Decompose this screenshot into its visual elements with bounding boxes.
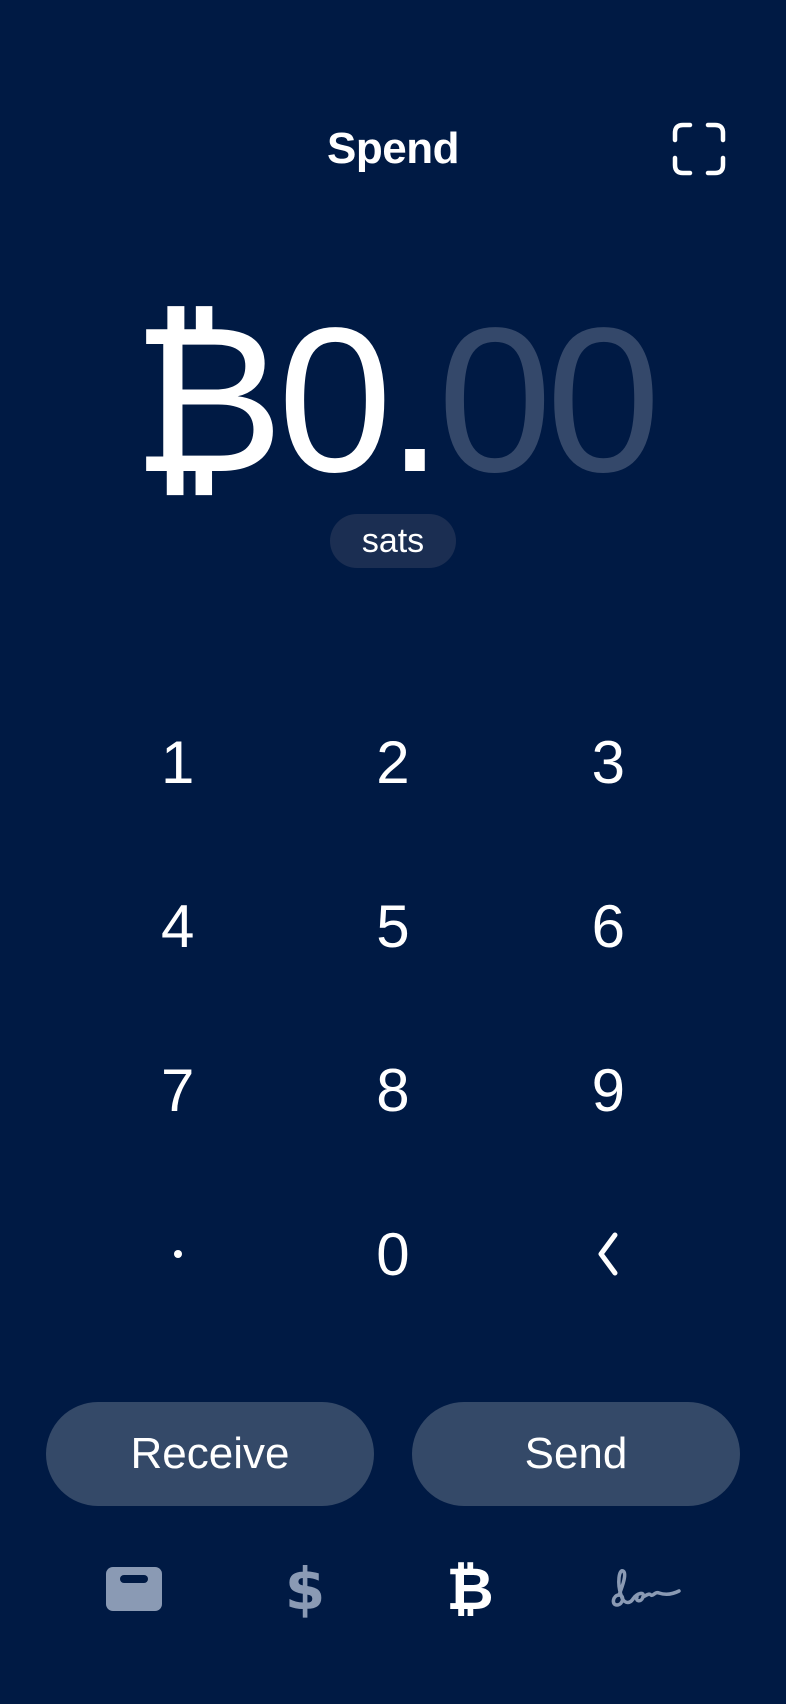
key-6[interactable]: 6 — [501, 844, 716, 1008]
key-1[interactable]: 1 — [70, 680, 285, 844]
number-keypad: 1 2 3 4 5 6 7 8 9 0 — [70, 680, 716, 1336]
key-backspace[interactable] — [501, 1172, 716, 1336]
scan-button[interactable] — [672, 122, 726, 176]
key-3[interactable]: 3 — [501, 680, 716, 844]
key-2[interactable]: 2 — [285, 680, 500, 844]
amount-decimals: 00 — [437, 285, 661, 515]
key-8[interactable]: 8 — [285, 1008, 500, 1172]
dollar-icon: $ — [284, 1555, 326, 1623]
card-icon — [106, 1567, 162, 1611]
tab-card[interactable] — [89, 1556, 179, 1622]
currency-symbol: ₿ — [131, 285, 283, 515]
page-title: Spend — [327, 124, 459, 173]
header: Spend — [0, 112, 786, 186]
tab-bitcoin[interactable]: ₿ — [425, 1556, 515, 1622]
key-0[interactable]: 0 — [285, 1172, 500, 1336]
tab-dollar[interactable]: $ — [260, 1556, 350, 1622]
decimal-point-icon — [173, 1250, 182, 1258]
signature-icon — [611, 1569, 681, 1607]
bitcoin-icon: ₿ — [446, 1555, 494, 1623]
key-7[interactable]: 7 — [70, 1008, 285, 1172]
unit-toggle[interactable]: sats — [330, 514, 456, 568]
scan-qr-icon — [672, 122, 726, 176]
key-5[interactable]: 5 — [285, 844, 500, 1008]
send-button[interactable]: Send — [412, 1402, 740, 1506]
key-decimal[interactable] — [70, 1172, 285, 1336]
tab-signature[interactable] — [600, 1556, 690, 1622]
amount-display: ₿0.00 — [0, 290, 786, 510]
backspace-chevron-icon — [598, 1232, 618, 1276]
amount-integer: 0 — [277, 285, 393, 515]
amount-separator: . — [386, 285, 443, 515]
receive-button[interactable]: Receive — [46, 1402, 374, 1506]
bottom-tab-bar: $ ₿ — [0, 1556, 786, 1622]
key-9[interactable]: 9 — [501, 1008, 716, 1172]
action-buttons: Receive Send — [46, 1402, 740, 1506]
key-4[interactable]: 4 — [70, 844, 285, 1008]
